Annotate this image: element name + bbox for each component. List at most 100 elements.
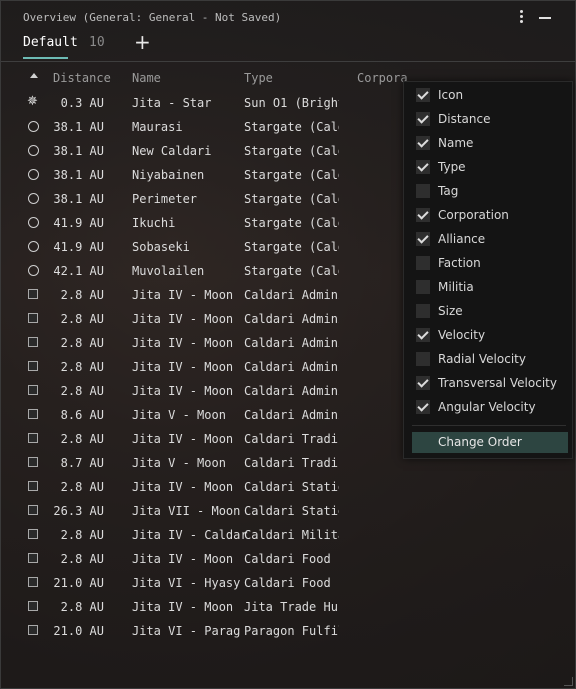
sort-ascending-icon[interactable] xyxy=(30,73,38,78)
column-menu: Angular Velocity Transversal Velocity Radi… xyxy=(403,81,573,459)
checkbox-unchecked-icon[interactable] xyxy=(416,304,430,318)
checkbox-checked-icon[interactable] xyxy=(416,400,430,414)
station-icon xyxy=(28,337,38,347)
row-distance: 2.8 AU xyxy=(60,600,104,614)
table-row[interactable]: 21.0 AU Jita VI - HyasyCaldari Food Pr xyxy=(1,571,576,595)
table-row[interactable]: 2.8 AU Jita IV - Moon Jita Trade Hub xyxy=(1,595,576,619)
row-type: Paragon Fulfilm xyxy=(244,624,339,638)
row-distance: 2.8 AU xyxy=(60,336,104,350)
column-toggle-corporation[interactable]: Corporation xyxy=(404,203,574,227)
checkbox-unchecked-icon[interactable] xyxy=(416,256,430,270)
column-toggle-label: Militia xyxy=(438,280,474,294)
stargate-icon xyxy=(28,193,39,204)
row-type: Sun O1 (Bright xyxy=(244,96,339,110)
row-type: Stargate (Calda xyxy=(244,192,339,206)
row-name: Muvolailen xyxy=(132,264,205,278)
column-toggle-label: Size xyxy=(438,304,463,318)
row-type: Caldari Adminis xyxy=(244,408,339,422)
stargate-icon xyxy=(28,217,39,228)
table-row[interactable]: 2.8 AU Jita IV - CaldarCaldari Military xyxy=(1,523,576,547)
table-row[interactable]: 26.3 AU Jita VII - MoonCaldari Station xyxy=(1,499,576,523)
column-toggle-distance[interactable]: Distance xyxy=(404,107,574,131)
station-icon xyxy=(28,457,38,467)
row-name: Jita VII - Moon xyxy=(132,504,241,518)
resize-handle[interactable] xyxy=(564,677,573,686)
row-name: Perimeter xyxy=(132,192,198,206)
row-type: Caldari Trading xyxy=(244,456,339,470)
station-icon xyxy=(28,409,38,419)
row-distance: 8.6 AU xyxy=(60,408,104,422)
tab-default[interactable]: Default xyxy=(23,35,78,50)
row-distance: 2.8 AU xyxy=(60,528,104,542)
change-order-button[interactable]: Change Order xyxy=(412,432,568,453)
checkbox-checked-icon[interactable] xyxy=(416,88,430,102)
stargate-icon xyxy=(28,265,39,276)
column-toggle-angular-velocity[interactable]: Angular Velocity xyxy=(404,395,574,419)
row-distance: 41.9 AU xyxy=(53,240,104,254)
more-options-icon[interactable] xyxy=(516,10,526,24)
column-toggle-radial-velocity[interactable]: Radial Velocity xyxy=(404,347,574,371)
table-row[interactable]: 2.8 AU Jita IV - Moon Caldari Station xyxy=(1,475,576,499)
row-name: Jita IV - Moon xyxy=(132,600,234,614)
row-name: Jita V - Moon xyxy=(132,456,226,470)
row-type: Stargate (Calda xyxy=(244,168,339,182)
column-header-distance[interactable]: Distance xyxy=(53,71,111,85)
row-distance: 2.8 AU xyxy=(60,384,104,398)
column-toggle-alliance[interactable]: Alliance xyxy=(404,227,574,251)
minimize-icon[interactable] xyxy=(539,17,551,19)
table-row[interactable]: 21.0 AU Jita VI - ParagParagon Fulfilm xyxy=(1,619,576,643)
column-toggle-transversal-velocity[interactable]: Transversal Velocity xyxy=(404,371,574,395)
checkbox-checked-icon[interactable] xyxy=(416,328,430,342)
checkbox-unchecked-icon[interactable] xyxy=(416,184,430,198)
sun-icon: ✵ xyxy=(27,94,38,109)
row-type: Caldari Trading xyxy=(244,432,339,446)
stargate-icon xyxy=(28,241,39,252)
row-distance: 38.1 AU xyxy=(53,144,104,158)
column-toggle-faction[interactable]: Faction xyxy=(404,251,574,275)
tab-10[interactable]: 10 xyxy=(89,35,105,50)
column-toggle-label: Velocity xyxy=(438,328,486,342)
row-type: Stargate (Calda xyxy=(244,144,339,158)
station-icon xyxy=(28,433,38,443)
column-header-name[interactable]: Name xyxy=(132,71,161,85)
row-type: Caldari Adminis xyxy=(244,336,339,350)
column-toggle-icon[interactable]: Icon xyxy=(404,83,574,107)
column-toggle-type[interactable]: Type xyxy=(404,155,574,179)
checkbox-checked-icon[interactable] xyxy=(416,232,430,246)
row-distance: 2.8 AU xyxy=(60,552,104,566)
add-tab-button[interactable]: + xyxy=(134,31,151,53)
row-name: Jita IV - Moon xyxy=(132,360,234,374)
checkbox-checked-icon[interactable] xyxy=(416,112,430,126)
checkbox-checked-icon[interactable] xyxy=(416,160,430,174)
column-toggle-tag[interactable]: Tag xyxy=(404,179,574,203)
column-toggle-label: Tag xyxy=(438,184,459,198)
column-toggle-label: Icon xyxy=(438,88,464,102)
column-toggle-label: Faction xyxy=(438,256,481,270)
row-type: Stargate (Calda xyxy=(244,264,339,278)
column-toggle-militia[interactable]: Militia xyxy=(404,275,574,299)
column-toggle-name[interactable]: Name xyxy=(404,131,574,155)
row-name: Maurasi xyxy=(132,120,183,134)
row-distance: 38.1 AU xyxy=(53,168,104,182)
row-type: Caldari Adminis xyxy=(244,384,339,398)
stargate-icon xyxy=(28,169,39,180)
checkbox-unchecked-icon[interactable] xyxy=(416,280,430,294)
stargate-icon xyxy=(28,145,39,156)
column-header-type[interactable]: Type xyxy=(244,71,273,85)
row-type: Stargate (Calda xyxy=(244,120,339,134)
row-name: Jita IV - Moon xyxy=(132,384,234,398)
column-toggle-velocity[interactable]: Velocity xyxy=(404,323,574,347)
column-toggle-label: Distance xyxy=(438,112,491,126)
table-row[interactable]: 2.8 AU Jita IV - Moon Caldari Food Pr xyxy=(1,547,576,571)
checkbox-unchecked-icon[interactable] xyxy=(416,352,430,366)
row-name: Jita IV - Moon xyxy=(132,432,234,446)
checkbox-checked-icon[interactable] xyxy=(416,208,430,222)
checkbox-checked-icon[interactable] xyxy=(416,136,430,150)
checkbox-checked-icon[interactable] xyxy=(416,376,430,390)
row-type: Caldari Adminis xyxy=(244,312,339,326)
title-bar[interactable]: Overview (General: General - Not Saved) xyxy=(1,1,576,31)
column-toggle-size[interactable]: Size xyxy=(404,299,574,323)
column-header-corporation[interactable]: Corpora xyxy=(357,71,408,85)
row-distance: 21.0 AU xyxy=(53,624,104,638)
station-icon xyxy=(28,625,38,635)
